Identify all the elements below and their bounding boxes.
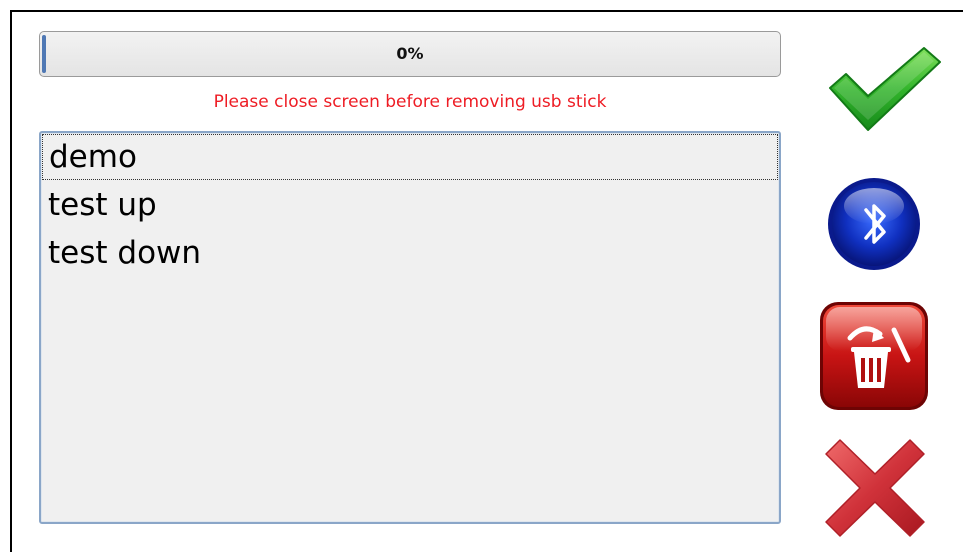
green-checkmark-icon bbox=[829, 47, 941, 131]
bluetooth-icon bbox=[828, 178, 920, 270]
trash-delete-icon bbox=[820, 302, 928, 410]
list-item[interactable]: demo bbox=[42, 134, 778, 180]
list-item[interactable]: test down bbox=[41, 229, 779, 277]
cancel-button[interactable] bbox=[820, 436, 930, 540]
red-x-icon bbox=[825, 439, 925, 537]
bluetooth-button[interactable] bbox=[826, 176, 922, 272]
file-list[interactable]: demo test up test down bbox=[39, 131, 781, 524]
progress-percent-text: 0% bbox=[396, 44, 424, 63]
progress-bar: 0% bbox=[39, 31, 781, 77]
usb-warning-message: Please close screen before removing usb … bbox=[213, 92, 607, 112]
delete-button[interactable] bbox=[818, 300, 930, 414]
confirm-button[interactable] bbox=[826, 44, 944, 134]
list-item[interactable]: test up bbox=[41, 181, 779, 229]
